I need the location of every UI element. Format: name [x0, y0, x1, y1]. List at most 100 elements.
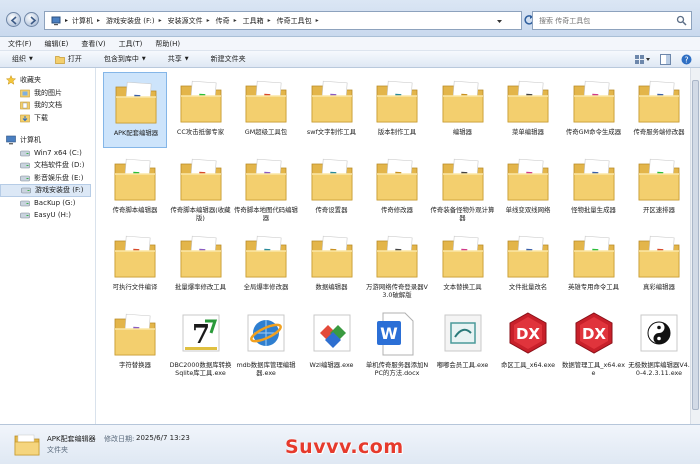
breadcrumb-separator-icon[interactable]: ▸: [234, 17, 237, 24]
file-item[interactable]: 无极数据库编辑器V4.0-4.2.3.11.exe: [627, 305, 691, 381]
nav-favorites[interactable]: 收藏夹: [0, 74, 95, 87]
back-button[interactable]: [6, 12, 21, 27]
file-item[interactable]: mdb数据库管理编辑器.exe: [234, 305, 298, 381]
folder-item[interactable]: 传奇设置器: [300, 150, 364, 226]
folder-item[interactable]: 可执行文件编译: [103, 227, 167, 303]
nav-drive[interactable]: EasyU (H:): [0, 209, 95, 222]
folder-item[interactable]: 传奇GM命令生成器: [562, 72, 626, 148]
view-options-icon[interactable]: [634, 54, 650, 65]
breadcrumb-item[interactable]: 工具箱 ▸: [243, 16, 275, 26]
help-icon[interactable]: ?: [681, 54, 692, 65]
open-button[interactable]: 打开: [55, 54, 82, 64]
drive-icon: [20, 175, 30, 182]
folder-icon: [376, 80, 418, 123]
breadcrumb-separator-icon[interactable]: ▸: [207, 17, 210, 24]
folder-icon: [507, 80, 549, 123]
folder-item[interactable]: 编辑器: [431, 72, 495, 148]
menu-help[interactable]: 帮助(H): [155, 39, 180, 49]
chevron-down-icon: ▼: [29, 56, 33, 62]
breadcrumb-separator-icon[interactable]: ▸: [316, 17, 319, 24]
file-item[interactable]: 7 DBC2000数据库转换Sqlite库工具.exe: [169, 305, 233, 381]
folder-item[interactable]: 字符替换器: [103, 305, 167, 381]
file-item[interactable]: Wzl编辑器.exe: [300, 305, 364, 381]
breadcrumb-separator-icon[interactable]: ▸: [159, 17, 162, 24]
organize-button[interactable]: 组织 ▼: [12, 54, 33, 64]
address-box[interactable]: ▸ 计算机 ▸ 游戏安装盘 (F:) ▸ 安装源文件 ▸ 传奇 ▸ 工具箱 ▸ 传奇工具包 ▸: [44, 11, 522, 30]
folder-item[interactable]: 真彩编辑器: [627, 227, 691, 303]
folder-item[interactable]: 单线变双线网络: [496, 150, 560, 226]
file-item[interactable]: 嘟嘟会员工具.exe: [431, 305, 495, 381]
folder-item[interactable]: 文件批量改名: [496, 227, 560, 303]
folder-item[interactable]: 版本制作工具: [365, 72, 429, 148]
folder-item[interactable]: 开区速排器: [627, 150, 691, 226]
folder-item[interactable]: 传奇脚本地图代码编辑器: [234, 150, 298, 226]
share-button[interactable]: 共享 ▼: [168, 54, 189, 64]
menu-tools[interactable]: 工具(T): [119, 39, 143, 49]
search-icon[interactable]: [676, 15, 687, 26]
folder-item[interactable]: 数据编辑器: [300, 227, 364, 303]
forward-button[interactable]: [24, 12, 39, 27]
nav-item-pictures[interactable]: 我的图片: [0, 87, 95, 100]
include-in-library-button[interactable]: 包含到库中 ▼: [104, 54, 146, 64]
breadcrumb-separator-icon[interactable]: ▸: [97, 17, 100, 24]
folder-item[interactable]: 文本替换工具: [431, 227, 495, 303]
folder-icon: [376, 235, 418, 278]
nav-drive[interactable]: 游戏安装盘 (F:): [0, 184, 91, 197]
menu-view[interactable]: 查看(V): [81, 39, 105, 49]
folder-item[interactable]: 传奇脚本编辑器(收藏版): [169, 150, 233, 226]
file-label: 开区速排器: [643, 205, 675, 214]
file-item[interactable]: DX 数据管理工具_x64.exe: [562, 305, 626, 381]
folder-item[interactable]: 传奇脚本编辑器: [103, 150, 167, 226]
folder-item[interactable]: 传奇修改器: [365, 150, 429, 226]
folder-item[interactable]: 万游网络传奇登录器V3.0破解版: [365, 227, 429, 303]
menu-edit[interactable]: 编辑(E): [45, 39, 69, 49]
breadcrumb-label: 传奇工具包: [276, 16, 312, 25]
svg-text:W: W: [380, 324, 398, 343]
folder-item[interactable]: swf文字制作工具: [300, 72, 364, 148]
nav-drive[interactable]: 文档软件盘 (D:): [0, 159, 95, 172]
folder-item[interactable]: 传奇装备怪物外观计算器: [431, 150, 495, 226]
nav-drive-label: Win7 x64 (C:): [34, 148, 82, 157]
folder-item[interactable]: 怪物批量生成器: [562, 150, 626, 226]
preview-pane-icon[interactable]: [660, 54, 671, 65]
folder-item[interactable]: GM超级工具包: [234, 72, 298, 148]
folder-item[interactable]: 批量爆率修改工具: [169, 227, 233, 303]
nav-item-downloads[interactable]: 下载: [0, 112, 95, 125]
nav-drive[interactable]: Win7 x64 (C:): [0, 147, 95, 160]
file-item[interactable]: W 单机传奇服务器添加NPC的方法.docx: [365, 305, 429, 381]
file-label: 怪物批量生成器: [571, 205, 616, 214]
breadcrumb-item[interactable]: 安装源文件 ▸: [168, 16, 214, 26]
folder-item[interactable]: 全局爆率修改器: [234, 227, 298, 303]
watermark-text: Suvvv.com: [285, 436, 404, 458]
breadcrumb-item[interactable]: 传奇工具包 ▸: [277, 16, 323, 26]
folder-item[interactable]: CC攻击抵御专家: [169, 72, 233, 148]
address-dropdown-icon[interactable]: [496, 18, 503, 25]
nav-computer-label: 计算机: [20, 136, 41, 145]
file-item[interactable]: DX 命区工具_x64.exe: [496, 305, 560, 381]
breadcrumb-item[interactable]: 计算机 ▸: [72, 16, 104, 26]
breadcrumb-item[interactable]: 传奇 ▸: [216, 16, 241, 26]
breadcrumb-item[interactable]: 游戏安装盘 (F:) ▸: [106, 16, 166, 26]
drive-icon: [20, 150, 30, 157]
nav-computer[interactable]: 计算机: [0, 134, 95, 147]
vertical-scrollbar[interactable]: [690, 68, 700, 424]
command-bar: 组织 ▼ 打开 包含到库中 ▼ 共享 ▼ 新建文件夹 ?: [0, 51, 700, 68]
search-input[interactable]: [539, 16, 674, 25]
folder-item[interactable]: 传奇服务端修改器: [627, 72, 691, 148]
details-file-name: APK配套编辑器: [47, 435, 96, 443]
nav-item-label: 下载: [34, 113, 48, 122]
search-box[interactable]: [532, 11, 692, 30]
folder-item[interactable]: 菜单编辑器: [496, 72, 560, 148]
scrollbar-thumb[interactable]: [692, 80, 699, 410]
nav-item-documents[interactable]: 我的文档: [0, 99, 95, 112]
new-folder-button[interactable]: 新建文件夹: [211, 54, 246, 64]
folder-item[interactable]: 英雄专用命令工具: [562, 227, 626, 303]
file-label: 编辑器: [452, 128, 473, 136]
menu-file[interactable]: 文件(F): [8, 39, 32, 49]
nav-item-label: 我的图片: [34, 88, 62, 97]
breadcrumb-separator-icon[interactable]: ▸: [268, 17, 271, 24]
nav-drive[interactable]: 影音娱乐盘 (E:): [0, 172, 95, 185]
folder-item[interactable]: APK配套编辑器: [103, 72, 167, 148]
nav-drive[interactable]: BacKup (G:): [0, 197, 95, 210]
member-tool-app-icon: [444, 314, 481, 351]
